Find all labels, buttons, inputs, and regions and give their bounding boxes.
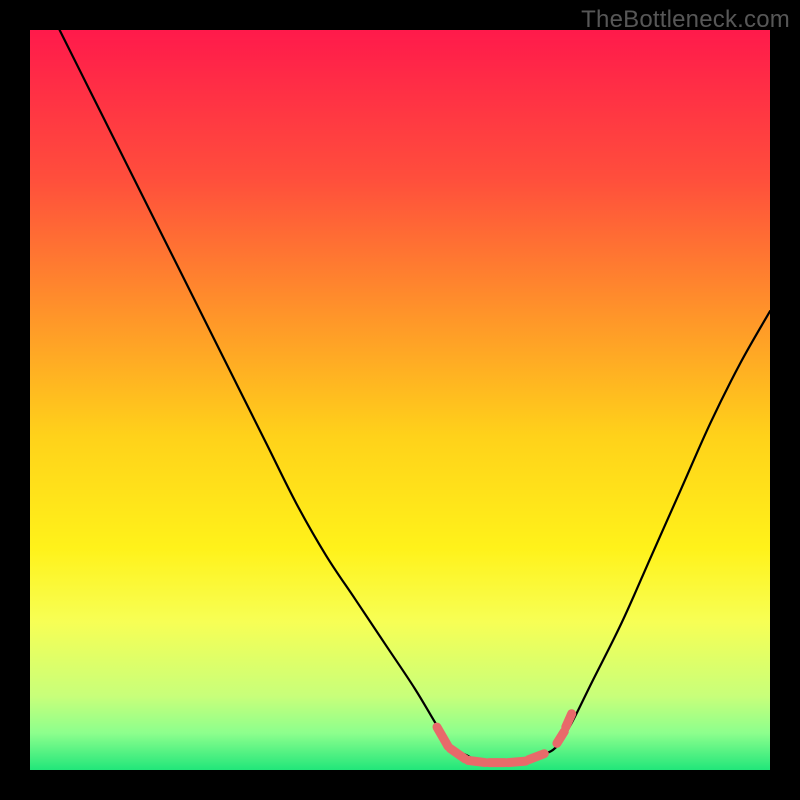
watermark-text: TheBottleneck.com: [581, 6, 790, 34]
series-valley-segments-seg-4: [508, 761, 526, 762]
chart-frame: TheBottleneck.com: [0, 0, 800, 800]
series-valley-segments-seg-7: [566, 714, 572, 727]
gradient-background: [30, 30, 770, 770]
chart-svg: [30, 30, 770, 770]
series-valley-segments-seg-2: [468, 760, 485, 762]
plot-area: [30, 30, 770, 770]
series-valley-segments-seg-6: [557, 732, 564, 744]
series-valley-segments-seg-5: [529, 754, 545, 760]
